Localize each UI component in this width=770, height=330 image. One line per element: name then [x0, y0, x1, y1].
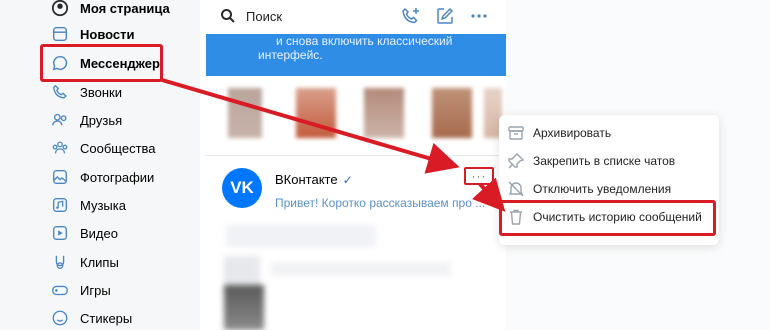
blurred-conversation: [271, 262, 451, 276]
gamepad-icon: [50, 280, 70, 300]
sidebar-item-games[interactable]: Игры: [50, 278, 200, 302]
pinned-avatars-row: [222, 88, 502, 142]
sidebar-item-label: Стикеры: [80, 310, 133, 326]
blurred-avatar: [224, 285, 264, 330]
phone-add-icon[interactable]: [401, 6, 421, 26]
sidebar-item-news[interactable]: Новости: [50, 22, 200, 46]
music-icon: [50, 195, 70, 215]
communities-icon: [50, 138, 70, 158]
sidebar-item-label: Сообщества: [80, 140, 156, 156]
sidebar-item-my-page[interactable]: Моя страница: [50, 0, 200, 20]
news-icon: [50, 24, 70, 44]
menu-item-archive[interactable]: Архивировать: [499, 119, 719, 147]
blurred-avatar: [432, 88, 472, 138]
verified-icon: ✓: [342, 172, 353, 187]
sidebar-item-label: Видео: [80, 225, 118, 241]
messenger-highlight-box: [40, 44, 163, 82]
more-options-icon[interactable]: [469, 6, 489, 26]
sidebar-item-label: Игры: [80, 282, 111, 298]
sidebar-item-label: Звонки: [80, 84, 122, 100]
pin-icon: [508, 153, 525, 169]
sticker-icon: [50, 308, 70, 328]
conversation-title: ВКонтакте ✓: [275, 172, 353, 187]
sidebar-item-label: Друзья: [80, 112, 123, 128]
sidebar-item-label: Моя страница: [80, 0, 170, 16]
sidebar-item-video[interactable]: Видео: [50, 221, 200, 245]
vk-logo-avatar: VK: [222, 168, 262, 208]
info-banner: и снова включить классический интерфейс.: [206, 34, 506, 76]
sidebar-item-communities[interactable]: Сообщества: [50, 136, 200, 160]
sidebar-item-label: Музыка: [80, 197, 126, 213]
sidebar-item-music[interactable]: Музыка: [50, 193, 200, 217]
conversation-preview: Привет! Коротко рассказываем про ...: [275, 196, 486, 210]
user-circle-icon: [50, 0, 70, 18]
menu-item-pin[interactable]: Закрепить в списке чатов: [499, 147, 719, 175]
menu-item-label: Отключить уведомления: [533, 182, 672, 196]
search-bar[interactable]: Поиск: [206, 0, 506, 34]
sidebar-item-label: Клипы: [80, 254, 119, 270]
search-icon: [221, 9, 235, 23]
menu-item-label: Архивировать: [533, 126, 612, 140]
sidebar-item-label: Фотографии: [80, 169, 155, 185]
blurred-avatar: [296, 88, 336, 138]
archive-icon: [508, 126, 524, 140]
banner-line-1: и снова включить классический: [276, 34, 453, 48]
menu-item-label: Закрепить в списке чатов: [533, 154, 676, 168]
sidebar-item-label: Новости: [80, 26, 135, 42]
sidebar-item-calls[interactable]: Звонки: [50, 80, 200, 104]
banner-line-2: интерфейс.: [258, 48, 323, 62]
conversation-more-button[interactable]: ···: [464, 167, 494, 185]
clips-icon: [50, 252, 70, 272]
sidebar-item-photos[interactable]: Фотографии: [50, 165, 200, 189]
blurred-avatar: [364, 88, 404, 138]
sidebar-item-clips[interactable]: Клипы: [50, 250, 200, 274]
menu-item-mute[interactable]: Отключить уведомления: [499, 175, 719, 203]
phone-icon: [50, 82, 70, 102]
photo-icon: [50, 167, 70, 187]
blurred-avatar: [228, 88, 262, 138]
search-input[interactable]: Поиск: [246, 9, 282, 24]
clear-history-highlight-box: [499, 200, 716, 236]
conversation-name: ВКонтакте: [275, 172, 338, 187]
friends-icon: [50, 110, 70, 130]
video-icon: [50, 223, 70, 243]
blurred-conversation: [226, 225, 376, 247]
compose-icon[interactable]: [435, 6, 455, 26]
sidebar-item-stickers[interactable]: Стикеры: [50, 306, 200, 330]
sidebar-item-friends[interactable]: Друзья: [50, 108, 200, 132]
mute-icon: [508, 181, 524, 197]
chat-list-panel: Поиск и снова включить классический инте…: [206, 0, 506, 330]
list-divider: [206, 155, 506, 156]
